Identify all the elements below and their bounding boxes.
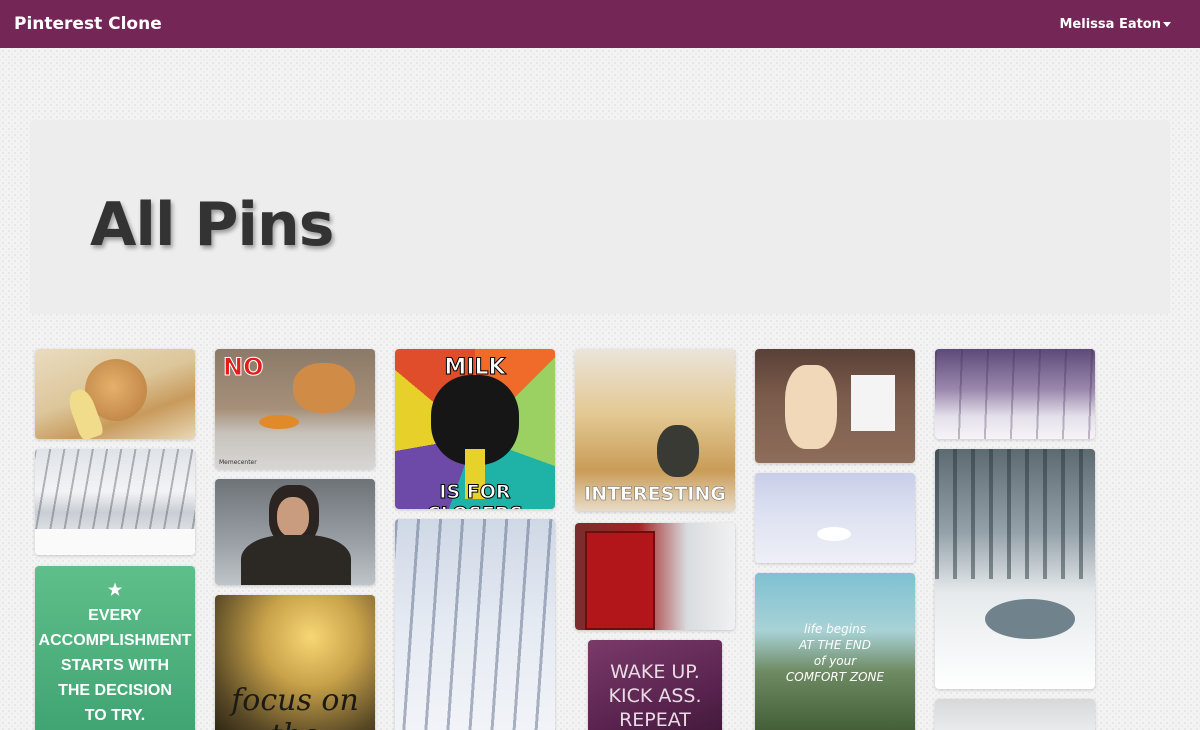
pine-trees-shape xyxy=(935,449,1095,579)
snow-ground-shape xyxy=(35,529,195,555)
river-shape xyxy=(985,599,1075,639)
fur-cloak-shape xyxy=(241,535,351,585)
white-cat-shape xyxy=(785,365,837,449)
pin-card[interactable] xyxy=(935,349,1095,439)
birch-trees-shape xyxy=(395,519,555,730)
top-navbar: Pinterest Clone Melissa Eaton xyxy=(0,0,1200,48)
box-cat-shape xyxy=(851,375,895,431)
pie-shape xyxy=(259,415,299,429)
pin-card[interactable] xyxy=(755,473,915,563)
pin-card[interactable]: NO Meme​center xyxy=(215,349,375,469)
pin-sign-text: WAKE UP. KICK ASS. REPEAT xyxy=(608,661,702,730)
pin-meme-text: NO xyxy=(223,353,264,382)
pin-card[interactable] xyxy=(575,523,735,630)
pin-quote-text: ★ EVERY ACCOMPLISHMENT STARTS WITH THE D… xyxy=(38,582,192,724)
cat-shape xyxy=(657,425,699,477)
pin-card[interactable] xyxy=(935,449,1095,689)
pin-meme-top-text: MILK xyxy=(444,355,506,381)
user-menu-dropdown[interactable]: Melissa Eaton xyxy=(1059,16,1171,32)
pin-card[interactable]: focus on the xyxy=(215,595,375,730)
pin-quote-text: life begins AT THE END of your COMFORT Z… xyxy=(785,622,885,684)
face-shape xyxy=(277,497,309,537)
pin-card[interactable]: MILK IS FOR CLOSERS xyxy=(395,349,555,509)
cat-shape xyxy=(293,363,355,413)
pin-meme-text: INTERESTING xyxy=(584,483,726,506)
pin-card[interactable] xyxy=(395,519,555,730)
phone-box-shape xyxy=(585,531,655,630)
forest-shape xyxy=(935,349,1095,439)
pin-card[interactable]: INTERESTING xyxy=(575,349,735,511)
page-title: All Pins xyxy=(90,190,334,260)
pin-watermark: Meme​center xyxy=(219,459,257,466)
brand-link[interactable]: Pinterest Clone xyxy=(14,14,162,34)
pin-card[interactable]: life begins AT THE END of your COMFORT Z… xyxy=(755,573,915,730)
user-name: Melissa Eaton xyxy=(1059,16,1162,32)
pin-meme-bottom-text: IS FOR CLOSERS xyxy=(426,481,524,510)
page-header: All Pins xyxy=(30,120,1170,314)
pin-card[interactable] xyxy=(35,449,195,555)
pin-card[interactable] xyxy=(935,699,1095,730)
pin-card[interactable] xyxy=(35,349,195,439)
snowman-shape xyxy=(817,527,851,541)
pin-card[interactable] xyxy=(755,349,915,463)
pin-card[interactable]: WAKE UP. KICK ASS. REPEAT xyxy=(588,640,722,730)
pin-card[interactable]: ★ EVERY ACCOMPLISHMENT STARTS WITH THE D… xyxy=(35,566,195,730)
pin-card[interactable] xyxy=(215,479,375,585)
caret-down-icon xyxy=(1163,21,1171,27)
pin-script-text: focus on the xyxy=(231,683,359,730)
